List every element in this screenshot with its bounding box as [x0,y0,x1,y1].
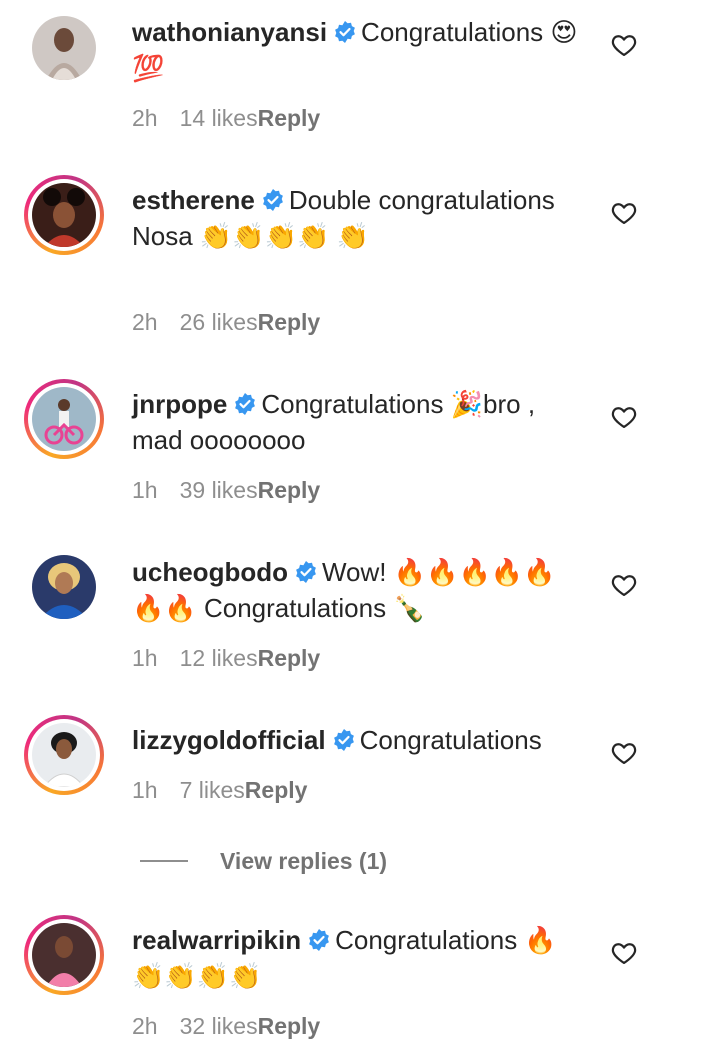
reply-button[interactable]: Reply [245,777,308,803]
comment-meta: 2h 26 likesReply [132,307,320,337]
heart-outline-icon[interactable] [610,403,638,431]
reply-button[interactable]: Reply [258,477,321,503]
heart-outline-icon[interactable] [610,571,638,599]
view-replies-button[interactable]: View replies (1) [140,844,387,878]
username[interactable]: ucheogbodo [132,557,288,587]
username[interactable]: jnrpope [132,389,227,419]
profile-photo [32,183,96,247]
comment-time: 2h [132,105,158,131]
comment-time: 2h [132,309,158,335]
username[interactable]: wathonianyansi [132,17,327,47]
comment-body: jnrpope Congratulations 🎉bro , mad oooooo… [132,386,587,458]
avatar[interactable] [24,547,104,627]
avatar[interactable] [24,715,104,795]
avatar[interactable] [24,8,104,88]
heart-outline-icon[interactable] [610,199,638,227]
like-count[interactable]: 14 likes [180,105,258,131]
avatar[interactable] [24,175,104,255]
comment-text: Congratulations [359,725,542,755]
verified-badge-icon [235,393,256,415]
comment-body: realwarripikin Congratulations 🔥👏👏👏👏 [132,922,587,994]
profile-photo [32,923,96,987]
reply-button[interactable]: Reply [258,105,321,131]
view-replies-label: View replies (1) [220,847,388,874]
username[interactable]: estherene [132,185,255,215]
comment-meta: 1h 39 likesReply [132,475,320,505]
profile-photo [32,723,96,787]
comment-body: ucheogbodo Wow! 🔥🔥🔥🔥🔥 🔥🔥 Congratulations … [132,554,587,626]
avatar[interactable] [24,915,104,995]
comment-meta: 1h 12 likesReply [132,643,320,673]
verified-badge-icon [296,561,316,583]
username[interactable]: lizzygoldofficial [132,725,326,755]
comment-meta: 1h 7 likesReply [132,775,307,805]
comment-body: wathonianyansi Congratulations 😍💯 [132,14,587,86]
verified-badge-icon [333,729,354,751]
reply-button[interactable]: Reply [258,645,321,671]
comment-time: 1h [132,645,158,671]
comment-time: 2h [132,1013,158,1039]
like-count[interactable]: 7 likes [180,777,245,803]
comment-time: 1h [132,777,158,803]
heart-outline-icon[interactable] [610,739,638,767]
comment-meta: 2h 32 likesReply [132,1011,320,1041]
divider [140,860,188,862]
comment-meta: 2h 14 likesReply [132,103,320,133]
like-count[interactable]: 26 likes [180,309,258,335]
avatar[interactable] [24,379,104,459]
username[interactable]: realwarripikin [132,925,301,955]
profile-photo [32,555,96,619]
verified-badge-icon [335,21,355,43]
like-count[interactable]: 12 likes [180,645,258,671]
like-count[interactable]: 39 likes [180,477,258,503]
verified-badge-icon [262,189,283,211]
verified-badge-icon [309,929,329,951]
reply-button[interactable]: Reply [258,309,321,335]
comment-body: lizzygoldofficial Congratulations [132,722,587,758]
comment-time: 1h [132,477,158,503]
profile-photo [32,16,96,80]
comment-body: estherene Double congratulations Nosa 👏👏👏… [132,182,587,254]
heart-outline-icon[interactable] [610,31,638,59]
profile-photo [32,387,96,451]
heart-outline-icon[interactable] [610,939,638,967]
reply-button[interactable]: Reply [258,1013,321,1039]
like-count[interactable]: 32 likes [180,1013,258,1039]
